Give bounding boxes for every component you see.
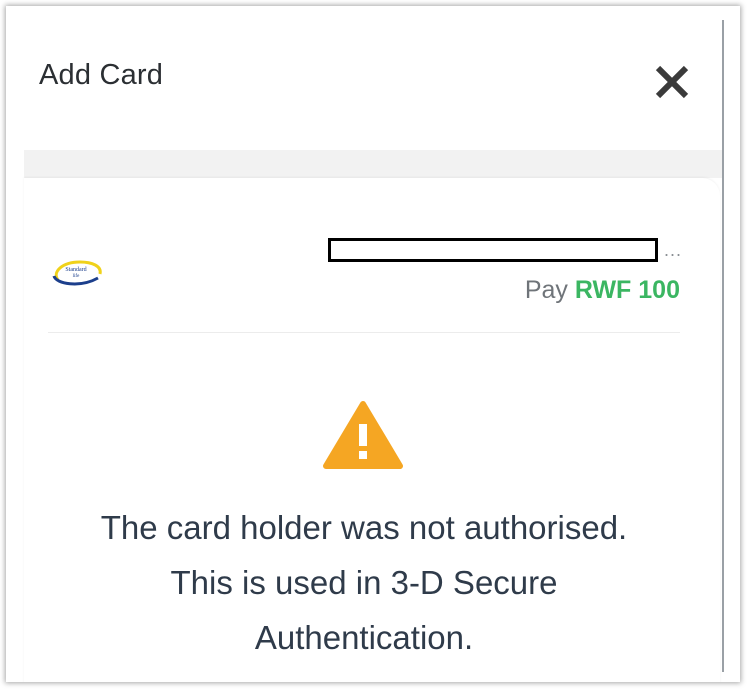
error-message: The card holder was not authorised. This… [100, 509, 628, 656]
dialog-title: Add Card [39, 59, 164, 91]
pay-summary: Pay RWF 100 [525, 276, 680, 305]
truncation-ellipsis: ... [664, 240, 683, 260]
window-edge [722, 20, 724, 672]
close-icon [655, 65, 689, 99]
warning-icon [322, 400, 404, 470]
payment-dialog: Add Card Standard life ... Pay RWF 100 T… [6, 6, 740, 682]
svg-text:life: life [73, 274, 80, 279]
pay-amount: RWF 100 [574, 276, 680, 304]
header-separator-band [24, 150, 722, 178]
merchant-logo: Standard life [50, 254, 106, 288]
divider [48, 332, 680, 333]
close-button[interactable] [654, 64, 690, 100]
svg-text:Standard: Standard [65, 267, 86, 273]
dialog-header: Add Card [6, 6, 722, 150]
redacted-merchant-name [328, 238, 658, 262]
pay-label: Pay [524, 276, 568, 304]
payment-panel: Standard life ... Pay RWF 100 The card h… [24, 178, 720, 682]
